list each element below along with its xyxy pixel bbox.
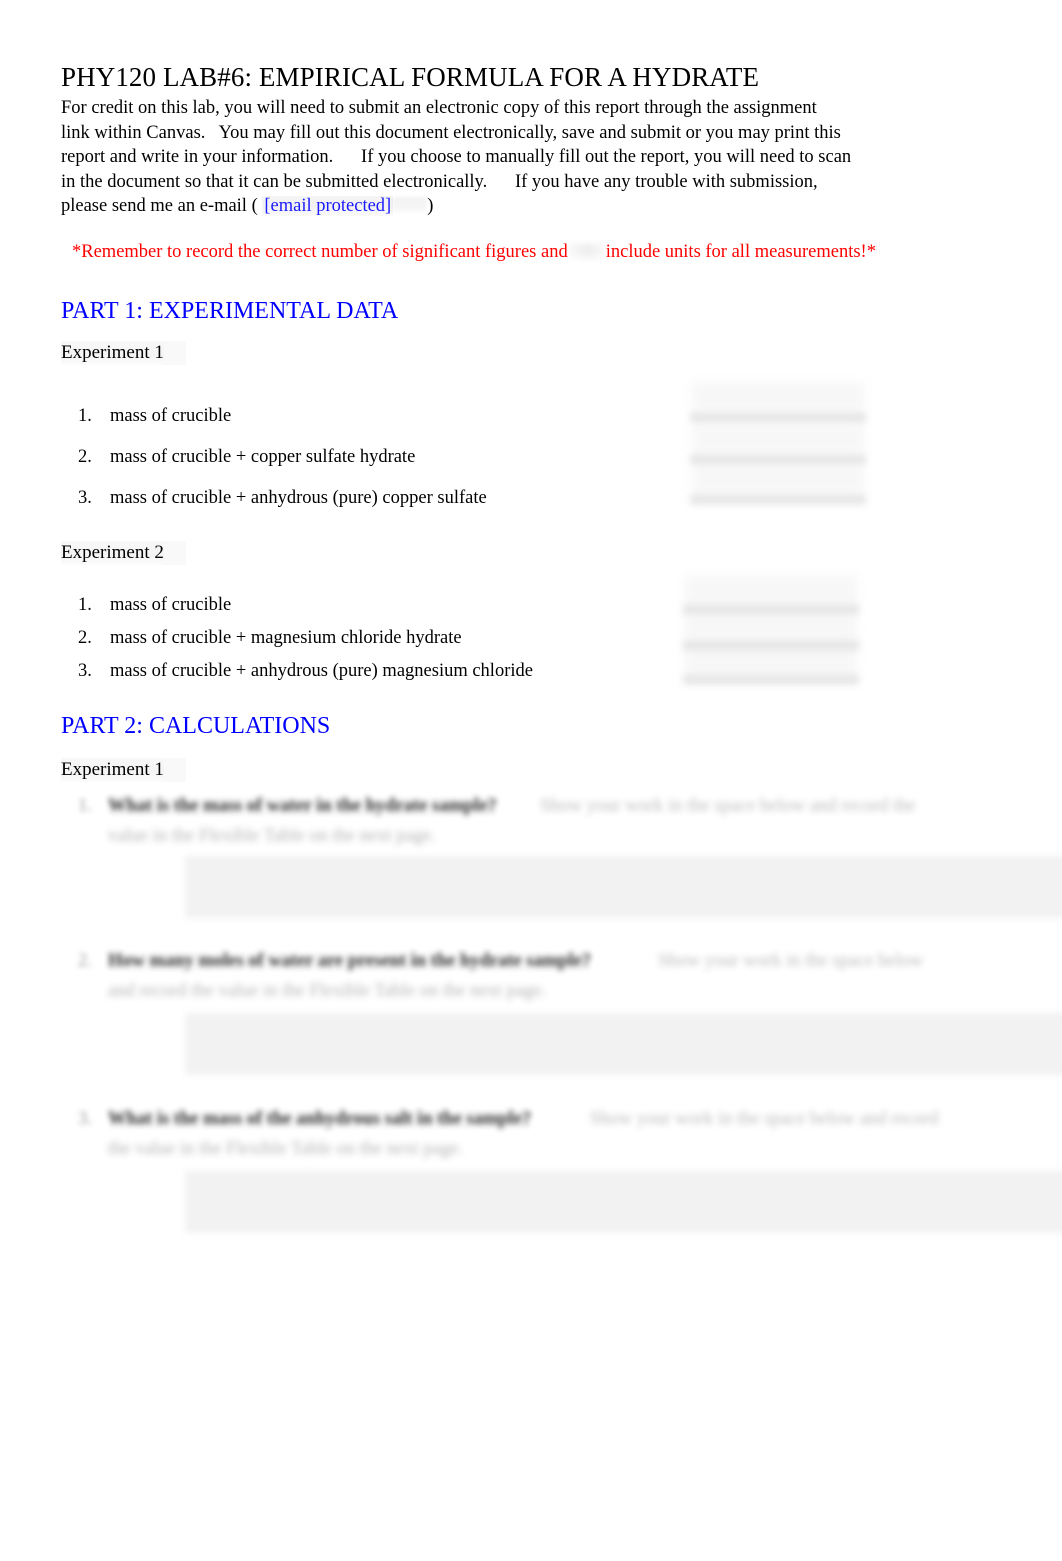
- answer-blank-field[interactable]: [683, 640, 859, 651]
- list-item-number: 2.: [78, 447, 92, 467]
- question-hint-continued: the value in the Flexible Table on the n…: [108, 1139, 463, 1159]
- list-item-label: mass of crucible: [110, 595, 232, 615]
- list-item: 1. mass of crucible: [78, 589, 533, 622]
- answer-blank-backdrop: [685, 576, 857, 606]
- page-title: PHY120 LAB#6: EMPIRICAL FORMULA FOR A HY…: [61, 62, 760, 92]
- reminder-text-after: include units for all measurements!*: [605, 242, 876, 262]
- experiment-1-answer-blanks: [690, 376, 866, 526]
- reminder-text-before: *Remember to record the correct number o…: [72, 242, 568, 262]
- list-item-label: mass of crucible + anhydrous (pure) copp…: [110, 488, 487, 508]
- reminder-note: *Remember to record the correct number o…: [72, 240, 982, 264]
- answer-work-area[interactable]: [185, 856, 1062, 918]
- question-hint-continued: and record the value in the Flexible Tab…: [108, 981, 547, 1001]
- intro-line-4: in the document so that it can be submit…: [61, 171, 818, 192]
- part-2-experiment-1-label: Experiment 1: [61, 758, 164, 782]
- answer-work-area[interactable]: [185, 1171, 1062, 1233]
- answer-work-area[interactable]: [185, 1013, 1062, 1075]
- intro-paragraph: For credit on this lab, you will need to…: [61, 96, 961, 219]
- answer-blank-backdrop: [692, 464, 864, 494]
- intro-line-1: For credit on this lab, you will need to…: [61, 98, 817, 118]
- experiment-1-measurement-list: 1. mass of crucible 2. mass of crucible …: [78, 396, 487, 519]
- list-item-label: mass of crucible: [110, 406, 232, 426]
- list-item-number: 3.: [78, 488, 92, 508]
- answer-blank-backdrop: [692, 424, 864, 454]
- part-1-heading: PART 1: EXPERIMENTAL DATA: [61, 298, 399, 324]
- list-item: 1. mass of crucible: [78, 396, 487, 437]
- list-item: 2. mass of crucible + magnesium chloride…: [78, 622, 533, 655]
- answer-blank-field[interactable]: [683, 604, 859, 615]
- list-item-label: mass of crucible + anhydrous (pure) magn…: [110, 661, 533, 681]
- list-item-number: 2.: [78, 628, 92, 648]
- question-hint: Show your work in the space below and re…: [540, 796, 916, 816]
- question-prompt: What is the mass of water in the hydrate…: [108, 796, 497, 816]
- experiment-2-label: Experiment 2: [61, 541, 164, 565]
- question-prompt: How many moles of water are present in t…: [108, 951, 592, 971]
- intro-line-2: link within Canvas. You may fill out thi…: [61, 122, 841, 143]
- part-2-heading: PART 2: CALCULATIONS: [61, 713, 331, 739]
- question-number: 1.: [78, 796, 92, 816]
- question-prompt: What is the mass of the anhydrous salt i…: [108, 1109, 532, 1129]
- answer-blank-backdrop: [685, 612, 857, 642]
- answer-blank-field[interactable]: [690, 494, 866, 505]
- intro-line-3: report and write in your information. If…: [61, 147, 852, 168]
- intro-line-5-suffix: ): [427, 196, 434, 217]
- list-item: 3. mass of crucible + anhydrous (pure) c…: [78, 478, 487, 519]
- list-item-number: 3.: [78, 661, 92, 681]
- email-link[interactable]: [email protected]: [262, 196, 394, 217]
- question-hint-continued: value in the Flexible Table on the next …: [108, 826, 436, 846]
- answer-blank-field[interactable]: [690, 454, 866, 465]
- experiment-2-measurement-list: 1. mass of crucible 2. mass of crucible …: [78, 589, 533, 688]
- document-page: PHY120 LAB#6: EMPIRICAL FORMULA FOR A HY…: [0, 0, 1062, 1561]
- email-highlight-artifact: [393, 197, 428, 215]
- list-item-number: 1.: [78, 406, 92, 426]
- list-item: 2. mass of crucible + copper sulfate hyd…: [78, 437, 487, 478]
- question-hint: Show your work in the space below: [658, 951, 924, 971]
- experiment-2-answer-blanks: [683, 576, 859, 696]
- list-item-label: mass of crucible + magnesium chloride hy…: [110, 628, 462, 648]
- question-number: 3.: [78, 1109, 92, 1129]
- list-item-label: mass of crucible + copper sulfate hydrat…: [110, 447, 416, 467]
- experiment-1-label: Experiment 1: [61, 341, 164, 365]
- reminder-redaction-artifact: [567, 242, 606, 260]
- intro-line-5-prefix: please send me an e-mail (: [61, 196, 263, 217]
- question-hint: Show your work in the space below and re…: [590, 1109, 939, 1129]
- answer-blank-field[interactable]: [683, 674, 859, 685]
- list-item: 3. mass of crucible + anhydrous (pure) m…: [78, 655, 533, 688]
- list-item-number: 1.: [78, 595, 92, 615]
- question-number: 2.: [78, 951, 92, 971]
- answer-blank-backdrop: [692, 382, 864, 412]
- answer-blank-field[interactable]: [690, 412, 866, 423]
